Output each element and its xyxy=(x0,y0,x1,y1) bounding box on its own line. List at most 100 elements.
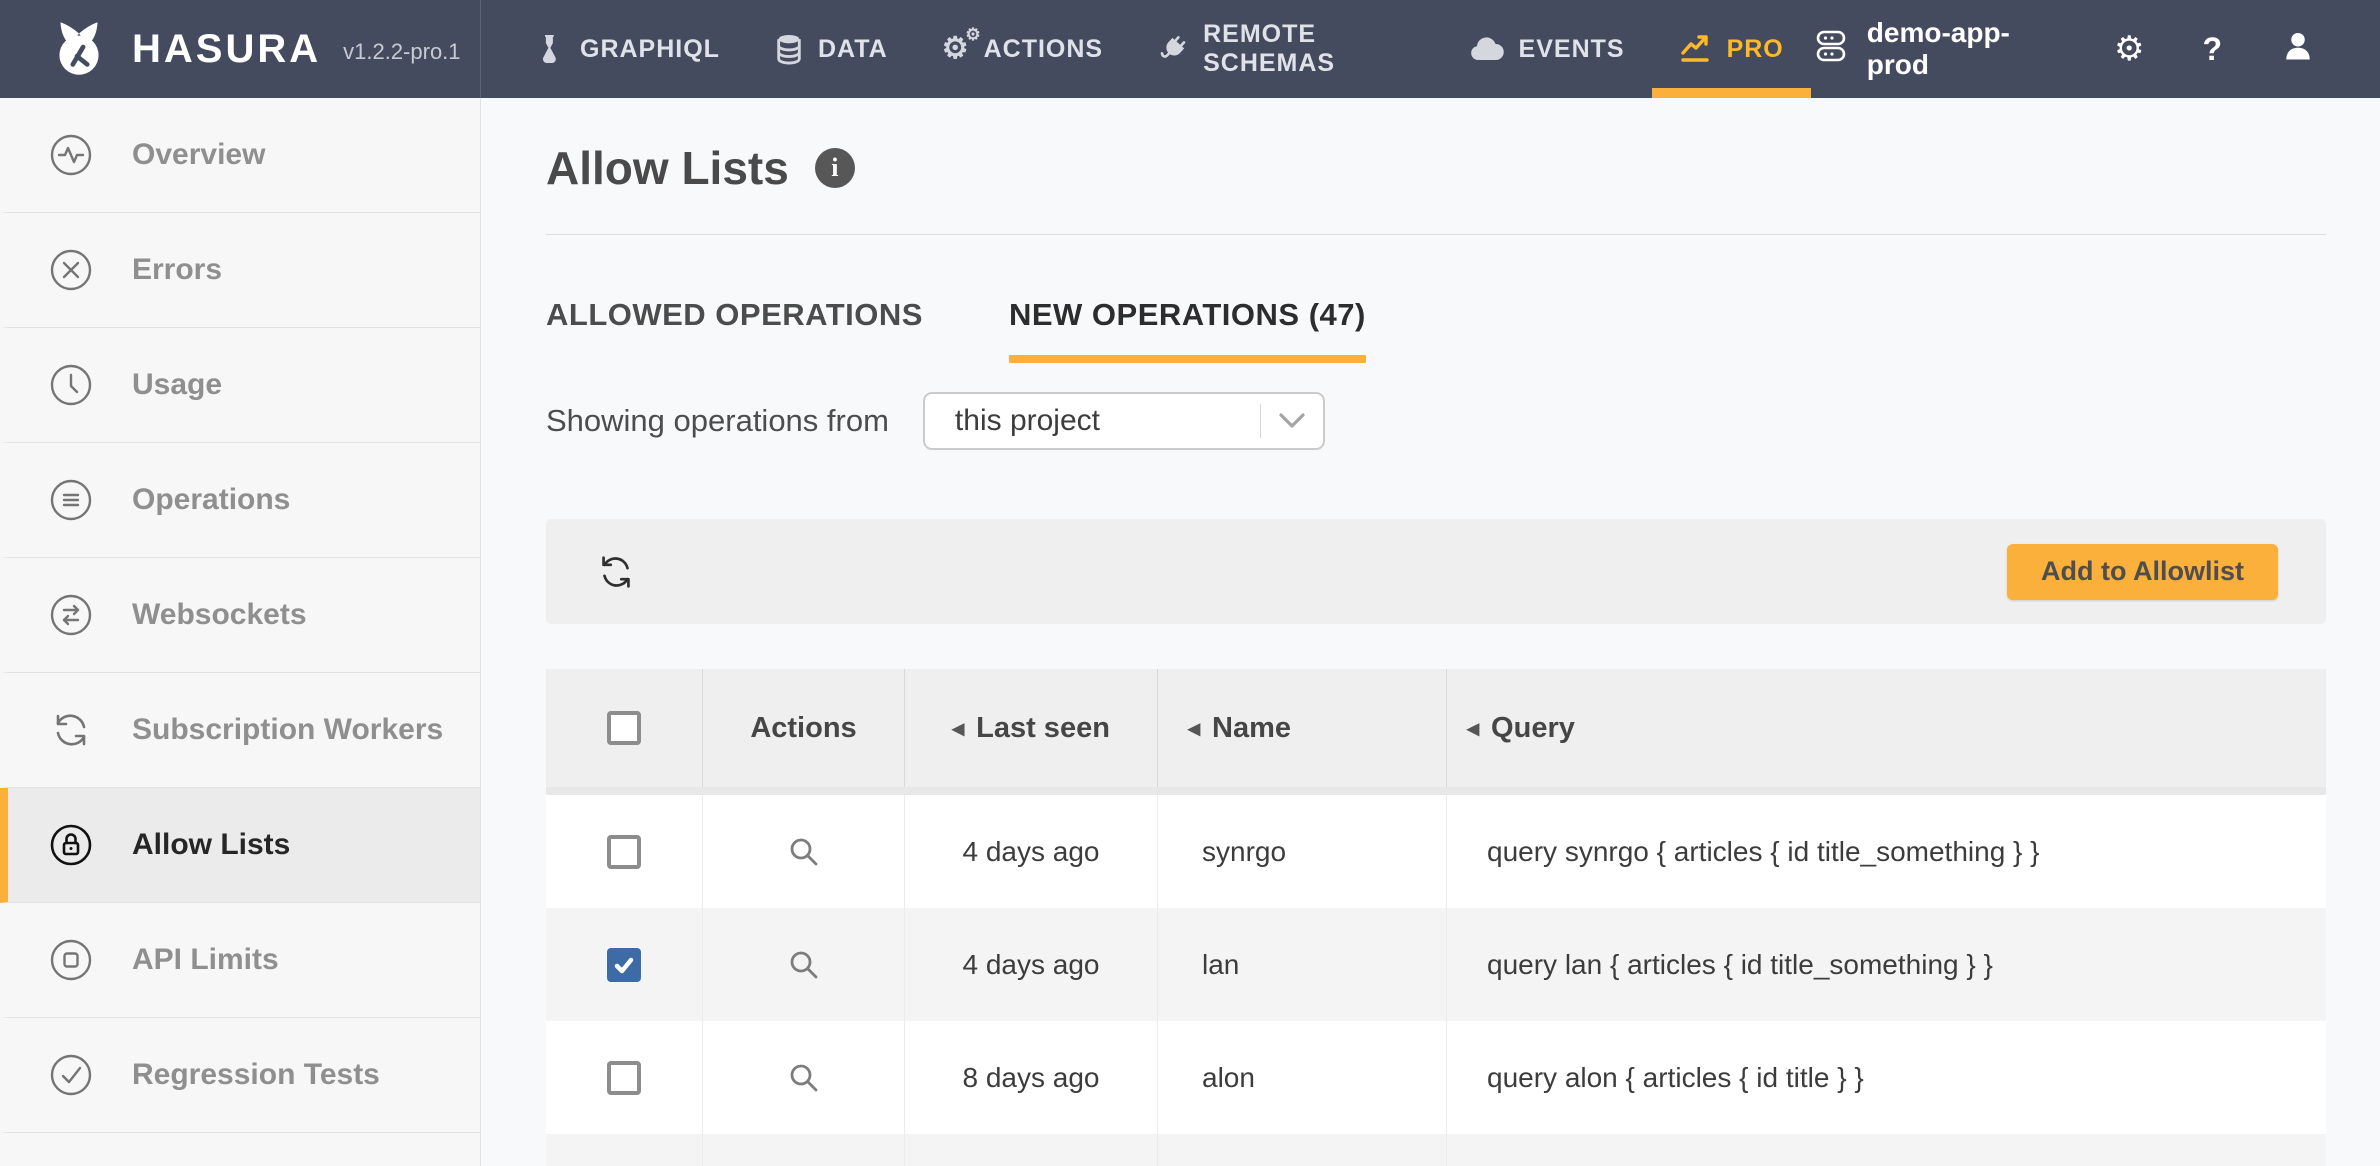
refresh-icon[interactable] xyxy=(594,550,638,594)
query-cell: query lan { articles { id title_somethin… xyxy=(1487,948,1993,980)
sidebar-item-label: Subscription Workers xyxy=(132,713,444,746)
column-header-last-seen[interactable]: ◂ Last seen xyxy=(905,669,1158,787)
sidebar-item-label: Usage xyxy=(132,368,223,401)
sidebar-item-allow-lists[interactable]: Allow Lists xyxy=(0,788,480,903)
project-switcher[interactable]: demo-app-prod xyxy=(1811,17,2056,81)
tab-new-operations[interactable]: NEW OPERATIONS (47) xyxy=(1009,297,1366,363)
row-checkbox[interactable] xyxy=(607,947,641,982)
sync-arrows-icon xyxy=(48,707,94,753)
search-icon[interactable] xyxy=(784,1058,824,1098)
sidebar-item-operations[interactable]: Operations xyxy=(0,443,480,558)
version-label: v1.2.2-pro.1 xyxy=(343,39,461,64)
project-scope-select[interactable]: this project xyxy=(922,392,1325,450)
header-right: demo-app-prod ⚙ ? xyxy=(1811,0,2380,98)
name-cell: alon xyxy=(1158,1021,1447,1134)
nav-label: REMOTE SCHEMAS xyxy=(1203,20,1336,77)
sort-icon: ◂ xyxy=(1467,714,1480,742)
row-checkbox[interactable] xyxy=(607,1060,641,1095)
gears-icon: ⚙ ⚙ xyxy=(941,25,982,65)
tab-allowed-operations[interactable]: ALLOWED OPERATIONS xyxy=(546,297,923,363)
settings-gear-icon[interactable]: ⚙ xyxy=(2114,32,2144,66)
table-toolbar: Add to Allowlist xyxy=(546,519,2326,624)
nav-remote-schemas[interactable]: REMOTE SCHEMAS xyxy=(1130,0,1441,98)
column-header-query[interactable]: ◂ Query xyxy=(1447,669,2326,787)
nav-label: DATA xyxy=(817,34,888,63)
operations-table: Actions ◂ Last seen ◂ Name ◂ Query 4 day… xyxy=(546,669,2326,1166)
info-icon[interactable]: i xyxy=(814,148,855,188)
sidebar-item-websockets[interactable]: Websockets xyxy=(0,558,480,673)
row-checkbox[interactable] xyxy=(607,834,641,869)
nav-label: GRAPHIQL xyxy=(580,34,720,63)
table-row: 8 days ago alon query alon { articles { … xyxy=(546,1021,2326,1134)
cloud-icon xyxy=(1469,35,1505,63)
clock-circle-icon xyxy=(48,362,94,408)
table-header-row: Actions ◂ Last seen ◂ Name ◂ Query xyxy=(546,669,2326,787)
plug-icon xyxy=(1157,33,1189,65)
trending-chart-icon xyxy=(1679,33,1713,65)
user-icon[interactable] xyxy=(2280,28,2316,70)
sidebar: Overview Errors Usage Operations Websock… xyxy=(0,98,481,1166)
title-divider xyxy=(546,234,2326,235)
list-circle-icon xyxy=(48,477,94,523)
nav-label: PRO xyxy=(1726,34,1784,63)
sidebar-item-label: API Limits xyxy=(132,943,279,976)
add-to-allowlist-button[interactable]: Add to Allowlist xyxy=(2007,543,2278,600)
page-title: Allow Lists xyxy=(546,142,789,194)
nav-events[interactable]: EVENTS xyxy=(1442,0,1652,98)
nav-pro[interactable]: PRO xyxy=(1651,0,1811,98)
project-name: demo-app-prod xyxy=(1866,17,2010,80)
sidebar-item-label: Websockets xyxy=(132,598,307,631)
sidebar-item-label: Overview xyxy=(132,138,266,171)
help-icon[interactable]: ? xyxy=(2202,33,2222,65)
query-cell: query alon { articles { id title } } xyxy=(1487,1061,1864,1093)
main-nav: GRAPHIQL DATA ⚙ ⚙ ACTIONS REMOTE SCHEMAS… xyxy=(511,0,1811,98)
brand-name: HASURA xyxy=(132,26,322,71)
sidebar-item-label: Errors xyxy=(132,253,223,286)
select-value: this project xyxy=(954,404,1100,437)
sidebar-item-regression-tests[interactable]: Regression Tests xyxy=(0,1018,480,1133)
sidebar-item-usage[interactable]: Usage xyxy=(0,328,480,443)
last-seen-cell: 4 days ago xyxy=(905,795,1158,908)
sidebar-item-subscription-workers[interactable]: Subscription Workers xyxy=(0,673,480,788)
last-seen-cell: 8 days ago xyxy=(905,1021,1158,1134)
tabs: ALLOWED OPERATIONS NEW OPERATIONS (47) xyxy=(546,297,2326,363)
main-content: Allow Lists i ALLOWED OPERATIONS NEW OPE… xyxy=(481,98,2380,1166)
hasura-pro-console: HASURA v1.2.2-pro.1 GRAPHIQL DATA ⚙ ⚙ AC… xyxy=(0,0,2380,1166)
sidebar-item-overview[interactable]: Overview xyxy=(0,98,480,213)
table-row-partial xyxy=(546,1134,2326,1166)
sidebar-item-label: Allow Lists xyxy=(132,828,291,861)
table-row: 4 days ago synrgo query synrgo { article… xyxy=(546,795,2326,908)
nav-label: ACTIONS xyxy=(983,34,1104,63)
server-icon xyxy=(1811,25,1851,74)
sidebar-item-label: Operations xyxy=(132,483,291,516)
chevron-down-icon xyxy=(1261,413,1323,429)
table-row: 4 days ago lan query lan { articles { id… xyxy=(546,908,2326,1021)
x-circle-icon xyxy=(48,247,94,293)
lock-circle-icon xyxy=(48,822,94,868)
check-circle-icon xyxy=(48,1052,94,1098)
database-icon xyxy=(774,33,804,65)
search-icon[interactable] xyxy=(784,945,824,985)
column-header-name[interactable]: ◂ Name xyxy=(1158,669,1447,787)
table-header-gap xyxy=(546,787,2326,795)
name-cell: synrgo xyxy=(1158,795,1447,908)
column-header-actions: Actions xyxy=(703,669,905,787)
sidebar-item-label: Regression Tests xyxy=(132,1058,380,1091)
name-cell: lan xyxy=(1158,908,1447,1021)
sort-icon: ◂ xyxy=(952,714,965,742)
nav-actions[interactable]: ⚙ ⚙ ACTIONS xyxy=(915,0,1130,98)
sidebar-item-api-limits[interactable]: API Limits xyxy=(0,903,480,1018)
query-cell: query synrgo { articles { id title_somet… xyxy=(1487,835,2040,867)
nav-graphiql[interactable]: GRAPHIQL xyxy=(511,0,747,98)
last-seen-cell: 4 days ago xyxy=(905,908,1158,1021)
sidebar-item-errors[interactable]: Errors xyxy=(0,213,480,328)
square-circle-icon xyxy=(48,937,94,983)
activity-circle-icon xyxy=(48,132,94,178)
nav-data[interactable]: DATA xyxy=(747,0,915,98)
sort-icon: ◂ xyxy=(1188,714,1201,742)
brand[interactable]: HASURA v1.2.2-pro.1 xyxy=(0,0,481,98)
search-icon[interactable] xyxy=(784,832,824,872)
select-all-checkbox[interactable] xyxy=(607,711,641,745)
swap-arrows-circle-icon xyxy=(48,592,94,638)
operations-filter: Showing operations from this project xyxy=(546,391,2326,451)
